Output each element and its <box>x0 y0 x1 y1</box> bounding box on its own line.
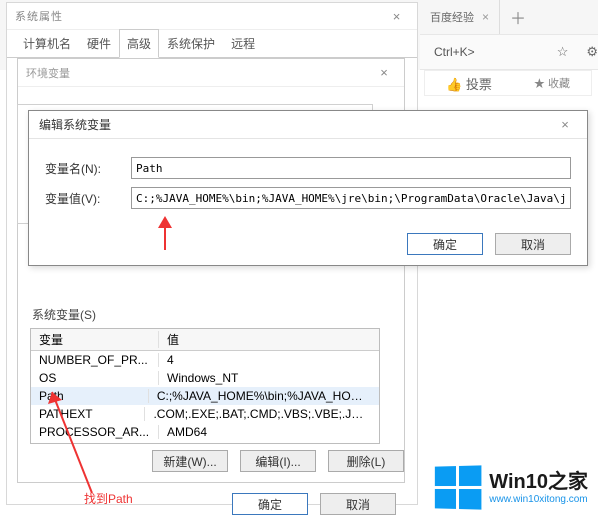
cancel-button[interactable]: 取消 <box>495 233 571 255</box>
variable-name-input[interactable] <box>131 157 571 179</box>
tab-computer-name[interactable]: 计算机名 <box>15 29 79 57</box>
new-tab-button[interactable]: ＋ <box>500 5 536 29</box>
dialog-title: 编辑系统变量 <box>39 116 111 133</box>
ok-button[interactable]: 确定 <box>232 493 308 515</box>
close-icon[interactable]: × <box>553 117 577 132</box>
system-variables-label: 系统变量(S) <box>32 306 96 323</box>
search-hint: Ctrl+K> <box>434 45 475 59</box>
cancel-button[interactable]: 取消 <box>320 493 396 515</box>
arrow-icon <box>150 214 180 254</box>
table-row[interactable]: NUMBER_OF_PR...4 <box>31 351 379 369</box>
delete-button[interactable]: 删除(L) <box>328 450 404 472</box>
col-header-name[interactable]: 变量 <box>31 331 159 348</box>
new-button[interactable]: 新建(W)... <box>152 450 228 472</box>
favorite-icon[interactable]: ★ 收藏 <box>534 75 570 91</box>
gear-icon[interactable]: ⚙ <box>586 44 598 60</box>
ok-button[interactable]: 确定 <box>407 233 483 255</box>
close-icon[interactable]: × <box>482 10 489 24</box>
window-title: 系统属性 <box>15 8 63 24</box>
thumbs-up-icon[interactable]: 👍 投票 <box>446 74 492 93</box>
edit-system-variable-dialog: 编辑系统变量 × 变量名(N): 变量值(V): 确定 取消 <box>28 110 588 266</box>
watermark-url: www.win10xitong.com <box>489 494 588 506</box>
browser-tab[interactable]: 百度经验 × <box>420 0 500 34</box>
arrow-icon <box>42 388 102 498</box>
variable-value-label: 变量值(V): <box>45 190 131 207</box>
edit-button[interactable]: 编辑(I)... <box>240 450 316 472</box>
tab-remote[interactable]: 远程 <box>223 29 263 57</box>
watermark-title: Win10之家 <box>489 470 588 494</box>
star-icon[interactable]: ☆ <box>557 44 569 60</box>
variable-name-label: 变量名(N): <box>45 160 131 177</box>
variable-value-input[interactable] <box>131 187 571 209</box>
window-title: 环境变量 <box>26 65 70 81</box>
col-header-value[interactable]: 值 <box>159 331 187 348</box>
tab-advanced[interactable]: 高级 <box>119 29 159 58</box>
table-row[interactable]: OSWindows_NT <box>31 369 379 387</box>
close-icon[interactable]: × <box>372 65 396 80</box>
windows-logo-icon <box>435 465 482 509</box>
close-icon[interactable]: × <box>385 9 409 24</box>
tab-hardware[interactable]: 硬件 <box>79 29 119 57</box>
tab-protection[interactable]: 系统保护 <box>159 29 223 57</box>
watermark: Win10之家 www.win10xitong.com <box>434 466 588 509</box>
tab-label: 百度经验 <box>430 9 474 25</box>
